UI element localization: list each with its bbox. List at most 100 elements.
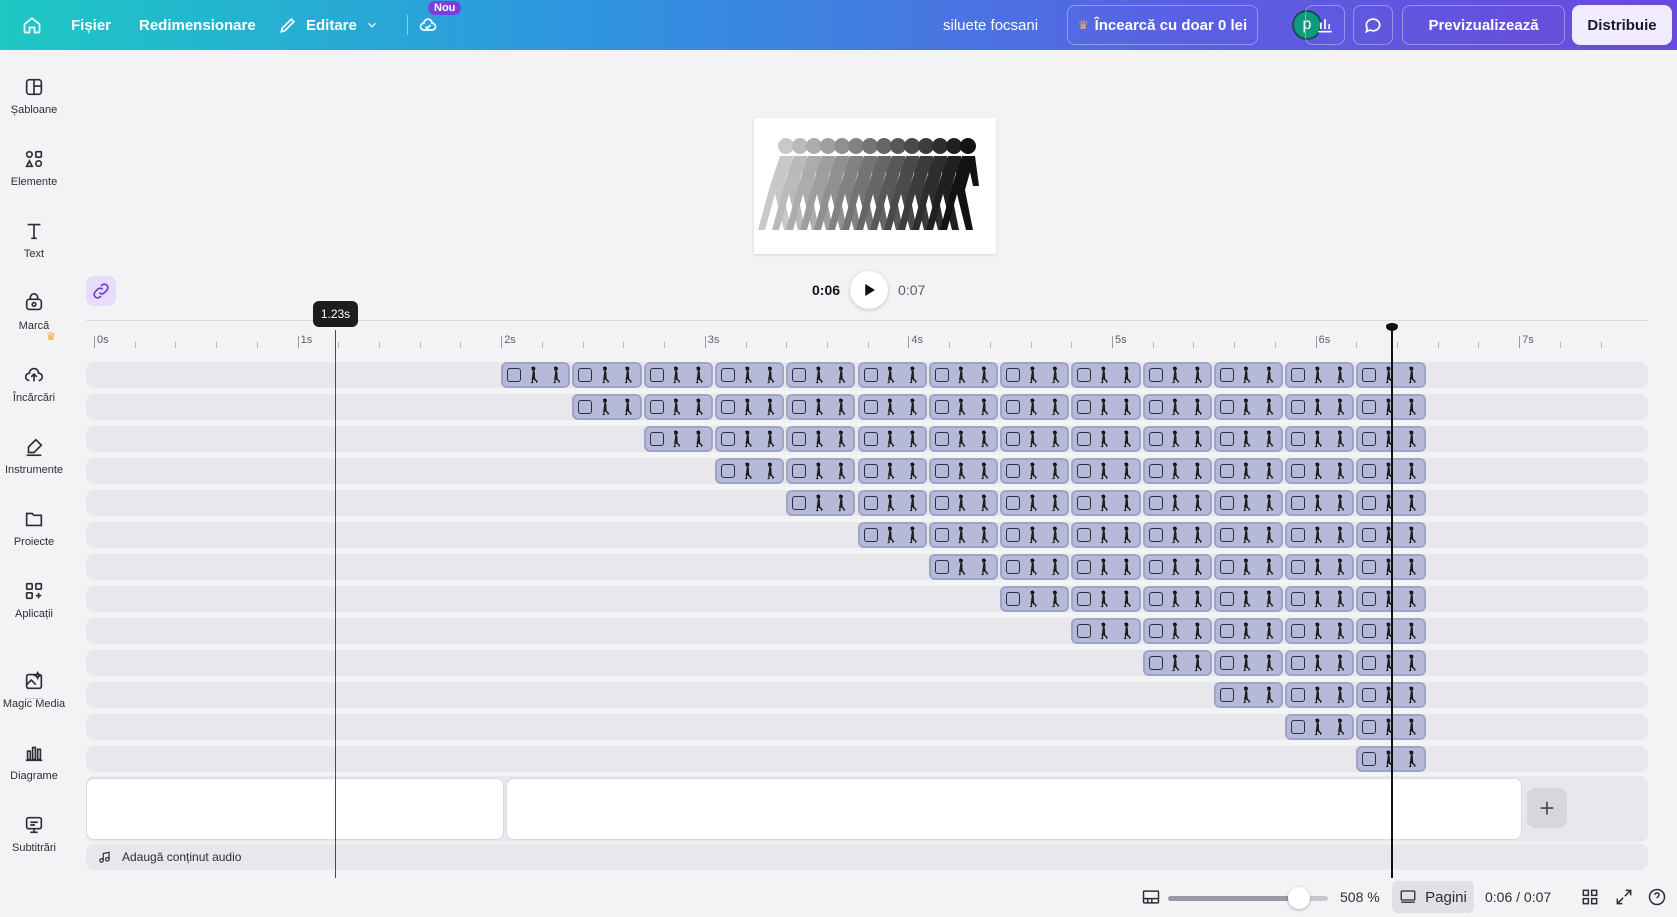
image-clip[interactable]: 🚶 🚶 — [1142, 490, 1212, 516]
image-clip[interactable]: 🚶 🚶 — [1142, 522, 1212, 548]
sidebar-item-elements[interactable]: Elemente — [0, 148, 68, 214]
image-clip[interactable]: 🚶 🚶 — [1285, 458, 1355, 484]
sidebar-item-magic-media[interactable]: Magic Media — [0, 670, 68, 736]
image-clip[interactable]: 🚶 🚶 — [1071, 618, 1141, 644]
timeline-ruler[interactable]: 0s 1s 2s 3s 4s 5s 6s 7s — [86, 326, 1648, 352]
image-clip[interactable]: 🚶 🚶 — [928, 458, 998, 484]
image-clip[interactable]: 🚶 🚶 — [1213, 362, 1284, 388]
share-button[interactable]: Distribuie — [1572, 5, 1672, 45]
sidebar-item-tools[interactable]: Instrumente — [0, 436, 68, 502]
image-clip[interactable]: 🚶 🚶 — [1000, 554, 1070, 580]
image-clip[interactable]: 🚶 🚶 — [1071, 586, 1141, 612]
image-clip[interactable]: 🚶 🚶 — [1071, 554, 1141, 580]
audio-track[interactable]: Adaugă conținut audio — [86, 844, 1648, 870]
image-clip[interactable]: 🚶 🚶 — [1285, 426, 1355, 452]
image-clip[interactable]: 🚶 🚶 — [1000, 458, 1070, 484]
image-clip[interactable]: 🚶 🚶 — [1213, 394, 1284, 420]
image-clip[interactable]: 🚶 🚶 — [501, 362, 571, 388]
image-clip[interactable]: 🚶 🚶 — [1071, 362, 1141, 388]
image-clip[interactable]: 🚶 🚶 — [1213, 650, 1284, 676]
image-clip[interactable]: 🚶 🚶 — [857, 490, 927, 516]
image-clip[interactable]: 🚶 🚶 — [1285, 394, 1355, 420]
image-clip[interactable]: 🚶 🚶 — [1213, 618, 1284, 644]
image-clip[interactable]: 🚶 🚶 — [1285, 554, 1355, 580]
zoom-level[interactable]: 508 % — [1340, 889, 1380, 905]
help-icon[interactable] — [1647, 887, 1667, 907]
image-clip[interactable]: 🚶 🚶 — [928, 522, 998, 548]
image-clip[interactable]: 🚶 🚶 — [1000, 522, 1070, 548]
image-clip[interactable]: 🚶 🚶 — [714, 394, 785, 420]
image-clip[interactable]: 🚶 🚶 — [1213, 554, 1284, 580]
image-clip[interactable]: 🚶 🚶 — [714, 458, 785, 484]
image-clip[interactable]: 🚶 🚶 — [786, 394, 856, 420]
image-clip[interactable]: 🚶 🚶 — [572, 394, 642, 420]
image-clip[interactable]: 🚶 🚶 — [1071, 490, 1141, 516]
image-clip[interactable]: 🚶 🚶 — [1142, 458, 1212, 484]
file-menu-button[interactable]: Fișier — [71, 0, 111, 50]
image-clip[interactable]: 🚶 🚶 — [1213, 522, 1284, 548]
image-clip[interactable]: 🚶 🚶 — [643, 394, 713, 420]
resize-button[interactable]: Redimensionare — [139, 0, 256, 50]
image-clip[interactable]: 🚶 🚶 — [1071, 522, 1141, 548]
image-clip[interactable]: 🚶 🚶 — [643, 362, 713, 388]
image-clip[interactable]: 🚶 🚶 — [1000, 394, 1070, 420]
image-clip[interactable]: 🚶 🚶 — [928, 490, 998, 516]
sidebar-item-projects[interactable]: Proiecte — [0, 508, 68, 574]
sidebar-item-uploads[interactable]: Încărcări — [0, 364, 68, 430]
image-clip[interactable]: 🚶 🚶 — [714, 362, 785, 388]
sidebar-item-captions[interactable]: Subtitrări — [0, 814, 68, 880]
try-pro-button[interactable]: ♛ Încearcă cu doar 0 lei — [1067, 5, 1258, 45]
image-clip[interactable]: 🚶 🚶 — [1071, 426, 1141, 452]
image-clip[interactable]: 🚶 🚶 — [1000, 586, 1070, 612]
preview-button[interactable]: Previzualizează — [1402, 5, 1565, 45]
play-button[interactable] — [850, 271, 889, 309]
image-clip[interactable]: 🚶 🚶 — [857, 522, 927, 548]
link-scenes-button[interactable] — [86, 276, 116, 306]
image-clip[interactable]: 🚶 🚶 — [1213, 458, 1284, 484]
edit-menu-button[interactable]: Editare — [278, 0, 379, 50]
image-clip[interactable]: 🚶 🚶 — [786, 426, 856, 452]
image-clip[interactable]: 🚶 🚶 — [1071, 394, 1141, 420]
fullscreen-icon[interactable] — [1614, 887, 1634, 907]
image-clip[interactable]: 🚶 🚶 — [572, 362, 642, 388]
pages-button[interactable]: Pagini — [1392, 881, 1474, 913]
image-clip[interactable]: 🚶 🚶 — [857, 394, 927, 420]
image-clip[interactable]: 🚶 🚶 — [1285, 618, 1355, 644]
image-clip[interactable]: 🚶 🚶 — [857, 362, 927, 388]
image-clip[interactable]: 🚶 🚶 — [1142, 362, 1212, 388]
image-clip[interactable]: 🚶 🚶 — [1285, 490, 1355, 516]
image-clip[interactable]: 🚶 🚶 — [1142, 394, 1212, 420]
image-clip[interactable]: 🚶 🚶 — [1285, 586, 1355, 612]
scene-thumbnail[interactable] — [506, 778, 1522, 840]
project-name[interactable]: siluete focsani — [943, 0, 1038, 50]
image-clip[interactable]: 🚶 🚶 — [1142, 554, 1212, 580]
image-clip[interactable]: 🚶 🚶 — [1142, 618, 1212, 644]
image-clip[interactable]: 🚶 🚶 — [1285, 650, 1355, 676]
scene-thumbnail[interactable] — [86, 778, 504, 840]
image-clip[interactable]: 🚶 🚶 — [857, 458, 927, 484]
image-clip[interactable]: 🚶 🚶 — [1000, 362, 1070, 388]
image-clip[interactable]: 🚶 🚶 — [1213, 682, 1284, 708]
image-clip[interactable]: 🚶 🚶 — [928, 362, 998, 388]
image-clip[interactable]: 🚶 🚶 — [1213, 490, 1284, 516]
image-clip[interactable]: 🚶 🚶 — [786, 490, 856, 516]
analytics-button[interactable] — [1305, 5, 1345, 45]
image-clip[interactable]: 🚶 🚶 — [1285, 714, 1355, 740]
image-clip[interactable]: 🚶 🚶 — [786, 362, 856, 388]
image-clip[interactable]: 🚶 🚶 — [928, 426, 998, 452]
image-clip[interactable]: 🚶 🚶 — [1285, 522, 1355, 548]
sidebar-item-charts[interactable]: Diagrame — [0, 742, 68, 808]
add-scene-button[interactable]: + — [1527, 788, 1567, 828]
sidebar-item-apps[interactable]: Aplicații — [0, 580, 68, 646]
image-clip[interactable]: 🚶 🚶 — [1000, 426, 1070, 452]
comments-button[interactable] — [1353, 5, 1393, 45]
zoom-slider-handle[interactable] — [1288, 887, 1311, 909]
image-clip[interactable]: 🚶 🚶 — [1285, 682, 1355, 708]
image-clip[interactable]: 🚶 🚶 — [643, 426, 713, 452]
image-clip[interactable]: 🚶 🚶 — [1142, 426, 1212, 452]
canvas-preview[interactable] — [754, 118, 996, 254]
timeline-toggle-icon[interactable] — [1141, 887, 1161, 907]
image-clip[interactable]: 🚶 🚶 — [786, 458, 856, 484]
image-clip[interactable]: 🚶 🚶 — [857, 426, 927, 452]
image-clip[interactable]: 🚶 🚶 — [928, 554, 998, 580]
